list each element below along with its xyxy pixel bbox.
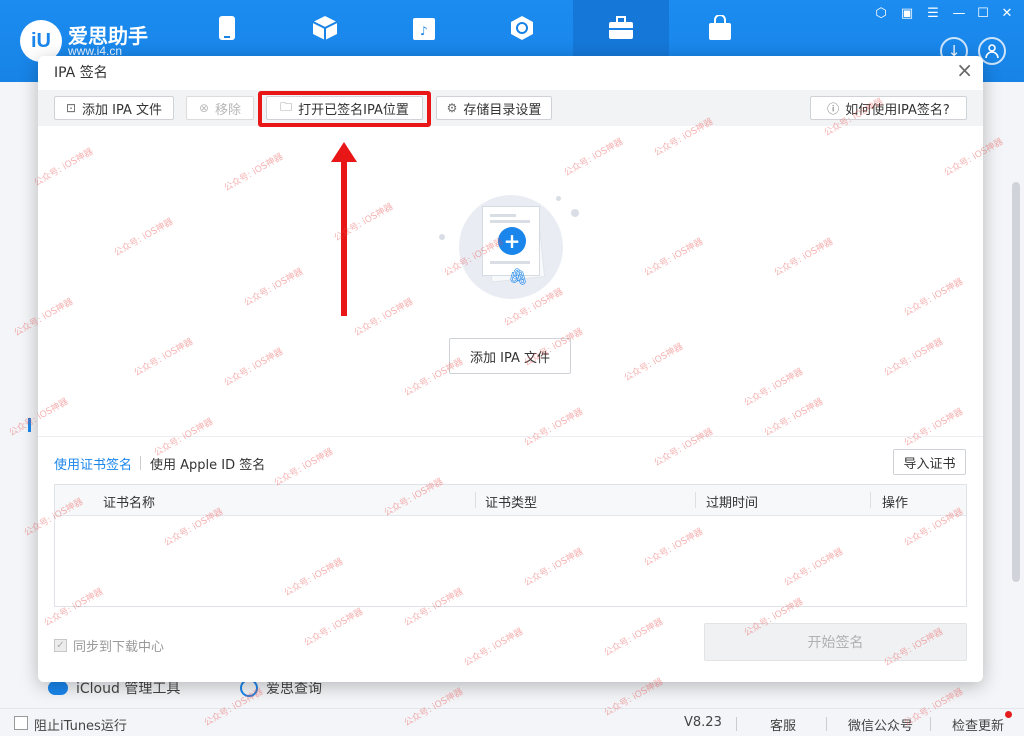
highlight-box	[258, 91, 431, 127]
doc-line	[490, 220, 530, 223]
svg-text:♪: ♪	[420, 24, 428, 38]
sidebar-active-marker	[28, 418, 31, 432]
col-cert-name: 证书名称	[103, 496, 156, 511]
maximize-icon[interactable]: ☐	[974, 6, 992, 21]
plus-icon[interactable]: +	[498, 227, 526, 255]
remove-button[interactable]: ⊗ 移除	[186, 96, 254, 120]
decor-dot	[556, 196, 561, 201]
gear-icon: ⚙	[446, 101, 458, 115]
add-ipa-center-button[interactable]: 添加 IPA 文件	[449, 338, 571, 374]
background-scrollbar[interactable]	[1012, 182, 1020, 582]
col-expire-time: 过期时间	[706, 496, 759, 511]
close-icon[interactable]: ×	[956, 58, 973, 82]
decor-dot	[571, 209, 579, 217]
version-label: V8.23	[684, 715, 722, 730]
cert-table: 证书名称 证书类型 过期时间 操作	[54, 484, 967, 607]
close-window-icon[interactable]: ✕	[998, 6, 1016, 21]
doc-line	[490, 214, 516, 217]
add-file-icon: ⊡	[65, 101, 77, 115]
block-itunes-checkbox[interactable]	[14, 716, 28, 730]
red-arrow-shaft	[341, 160, 347, 316]
sync-checkbox[interactable]: ✓	[54, 639, 67, 652]
skin-icon[interactable]: ⬡	[872, 6, 890, 21]
music-folder-icon[interactable]: ♪	[410, 14, 438, 42]
cube-apps-icon[interactable]	[311, 14, 339, 42]
storage-settings-button[interactable]: ⚙ 存储目录设置	[436, 96, 552, 120]
tab-separator	[140, 456, 141, 470]
paperclip-icon: 🖇	[508, 267, 529, 286]
cert-table-header: 证书名称 证书类型 过期时间 操作	[55, 485, 966, 516]
minimize-icon[interactable]: —	[950, 6, 968, 21]
tab-apple-id-sign[interactable]: 使用 Apple ID 签名	[150, 454, 265, 473]
menu-icon[interactable]: ☰	[924, 6, 942, 21]
sync-icon[interactable]	[508, 14, 536, 42]
add-ipa-button[interactable]: ⊡ 添加 IPA 文件	[54, 96, 174, 120]
import-cert-button[interactable]: 导入证书	[893, 449, 966, 475]
howto-label: 如何使用IPA签名?	[845, 102, 950, 118]
status-bar: 阻止iTunes运行 V8.23 客服 微信公众号 检查更新	[0, 708, 1024, 736]
shopping-bag-icon[interactable]	[706, 14, 734, 42]
cloud-icon	[48, 681, 68, 695]
dialog-toolbar: ⊡ 添加 IPA 文件 ⊗ 移除 🗀 打开已签名IPA位置 ⚙ 存储目录设置 ⓘ…	[38, 90, 983, 126]
feedback-icon[interactable]: ▣	[898, 6, 916, 21]
section-divider	[38, 436, 983, 437]
col-actions: 操作	[882, 496, 909, 511]
wechat-link[interactable]: 微信公众号	[848, 715, 913, 734]
toolbox-icon[interactable]	[607, 14, 635, 42]
add-ipa-label: 添加 IPA 文件	[82, 102, 163, 118]
tab-cert-sign[interactable]: 使用证书签名	[54, 454, 132, 473]
col-cert-type: 证书类型	[485, 496, 538, 511]
remove-label: 移除	[215, 102, 242, 118]
block-itunes-label[interactable]: 阻止iTunes运行	[34, 715, 127, 734]
start-sign-button[interactable]: 开始签名	[704, 623, 967, 661]
red-arrow-head	[331, 142, 357, 162]
phone-icon[interactable]	[213, 14, 241, 42]
sync-download-option[interactable]: ✓ 同步到下载中心	[54, 636, 164, 655]
remove-icon: ⊗	[198, 101, 210, 115]
doc-line	[490, 261, 530, 264]
howto-button[interactable]: ⓘ 如何使用IPA签名?	[810, 96, 967, 120]
update-notification-dot	[1005, 711, 1012, 718]
check-update-link[interactable]: 检查更新	[952, 715, 1004, 734]
help-icon: ⓘ	[827, 101, 840, 116]
service-link[interactable]: 客服	[770, 715, 796, 734]
decor-dot	[439, 234, 445, 240]
dialog-title: IPA 签名	[54, 65, 108, 81]
storage-label: 存储目录设置	[463, 102, 542, 118]
sync-label: 同步到下载中心	[73, 640, 165, 655]
ipa-sign-dialog: IPA 签名 × ⊡ 添加 IPA 文件 ⊗ 移除 🗀 打开已签名IPA位置 ⚙…	[38, 56, 983, 682]
